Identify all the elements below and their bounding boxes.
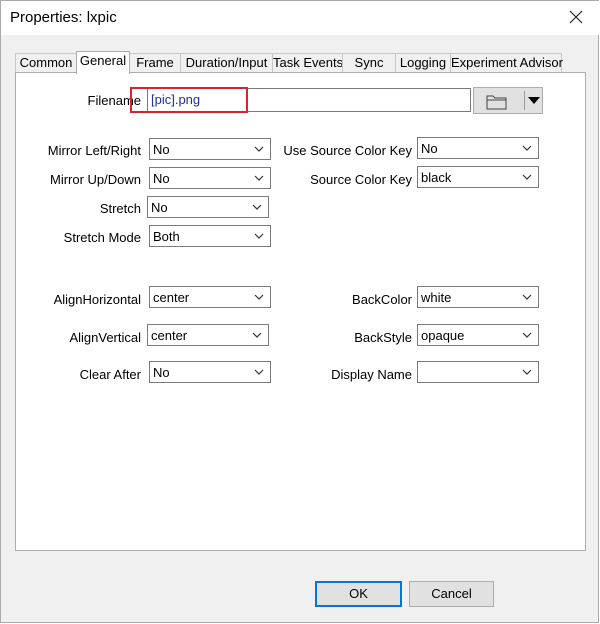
tab-strip: Common General Frame Duration/Input Task…: [15, 51, 585, 74]
mirror-up-down-value: No: [153, 171, 170, 186]
mirror-left-right-select[interactable]: No: [149, 138, 271, 160]
align-vertical-value: center: [151, 328, 188, 343]
mirror-left-right-label: Mirror Left/Right: [47, 143, 141, 158]
chevron-down-icon: [522, 332, 532, 338]
align-vertical-select[interactable]: center: [147, 324, 269, 346]
tab-general[interactable]: General: [76, 51, 130, 74]
filename-label: Filename: [87, 93, 141, 108]
chevron-down-icon: [522, 145, 532, 151]
chevron-down-icon: [254, 175, 264, 181]
dropdown-arrow-icon: [528, 97, 540, 104]
use-source-color-key-select[interactable]: No: [417, 137, 539, 159]
chevron-down-icon: [254, 146, 264, 152]
stretch-value: No: [151, 200, 168, 215]
clear-after-value: No: [153, 365, 170, 380]
browse-file-button[interactable]: [473, 87, 543, 114]
back-color-value: white: [421, 290, 452, 305]
tab-frame[interactable]: Frame: [129, 53, 181, 72]
tab-logging[interactable]: Logging: [395, 53, 451, 72]
folder-icon: [486, 95, 507, 110]
display-name-label: Display Name: [331, 367, 412, 382]
window-title: Properties: lxpic: [10, 9, 117, 26]
chevron-down-icon: [522, 294, 532, 300]
chevron-down-icon: [522, 369, 532, 375]
source-color-key-select[interactable]: black: [417, 166, 539, 188]
align-vertical-label: AlignVertical: [69, 330, 141, 345]
source-color-key-label: Source Color Key: [310, 172, 412, 187]
stretch-mode-select[interactable]: Both: [149, 225, 271, 247]
chevron-down-icon: [254, 233, 264, 239]
use-source-color-key-value: No: [421, 141, 438, 156]
use-source-color-key-label: Use Source Color Key: [283, 143, 412, 158]
display-name-select[interactable]: [417, 361, 539, 383]
filename-value: [pic].png: [151, 92, 201, 107]
stretch-mode-label: Stretch Mode: [63, 230, 141, 245]
back-style-value: opaque: [421, 328, 465, 343]
stretch-select[interactable]: No: [147, 196, 269, 218]
cancel-button[interactable]: Cancel: [409, 581, 494, 607]
clear-after-select[interactable]: No: [149, 361, 271, 383]
chevron-down-icon: [522, 174, 532, 180]
chevron-down-icon: [252, 332, 262, 338]
chevron-down-icon: [254, 369, 264, 375]
chevron-down-icon: [252, 204, 262, 210]
chevron-down-icon: [254, 294, 264, 300]
close-button[interactable]: [553, 1, 599, 33]
mirror-left-right-value: No: [153, 142, 170, 157]
source-color-key-value: black: [421, 170, 452, 185]
title-bar: Properties: lxpic: [1, 1, 599, 35]
mirror-up-down-label: Mirror Up/Down: [49, 172, 141, 187]
align-horizontal-value: center: [153, 290, 190, 305]
tab-sync[interactable]: Sync: [342, 53, 396, 72]
stretch-label: Stretch: [99, 201, 141, 216]
properties-dialog: Properties: lxpic Common General Frame D…: [0, 0, 599, 623]
mirror-up-down-select[interactable]: No: [149, 167, 271, 189]
align-horizontal-label: AlignHorizontal: [53, 292, 141, 307]
tab-task-events[interactable]: Task Events: [272, 53, 343, 72]
back-color-select[interactable]: white: [417, 286, 539, 308]
back-style-select[interactable]: opaque: [417, 324, 539, 346]
filename-field[interactable]: [pic].png: [147, 88, 471, 112]
align-horizontal-select[interactable]: center: [149, 286, 271, 308]
clear-after-label: Clear After: [79, 367, 141, 382]
stretch-mode-value: Both: [153, 229, 180, 244]
tab-duration-input[interactable]: Duration/Input: [180, 53, 273, 72]
tab-experiment-advisor[interactable]: Experiment Advisor: [450, 53, 563, 72]
close-icon: [569, 10, 583, 24]
back-color-label: BackColor: [352, 292, 412, 307]
ok-button[interactable]: OK: [315, 581, 402, 607]
back-style-label: BackStyle: [354, 330, 412, 345]
tab-common[interactable]: Common: [15, 53, 77, 72]
